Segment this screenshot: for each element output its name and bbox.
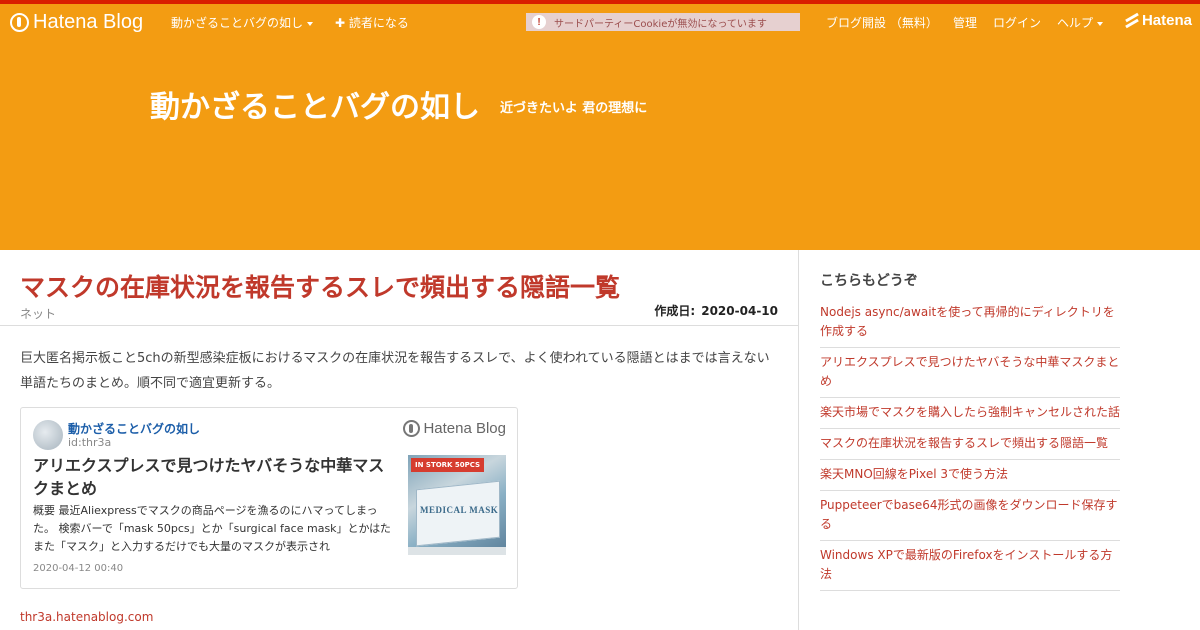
category-tag[interactable]: ネット <box>20 305 56 322</box>
cookie-warning-text: サードパーティーCookieが無効になっています <box>554 18 767 30</box>
blog-menu-dropdown[interactable]: 動かざることバグの如し <box>171 14 314 31</box>
hatena-icon <box>1125 14 1139 28</box>
embed-hatena-blog-brand[interactable]: Hatena Blog <box>403 420 506 437</box>
warning-icon: ! <box>532 15 546 29</box>
hatena-blog-logo-text: Hatena Blog <box>33 10 144 33</box>
blog-menu-label: 動かざることバグの如し <box>171 16 304 30</box>
blog-url-link[interactable]: thr3a.hatenablog.com <box>20 610 153 624</box>
hatena-blog-logo[interactable]: Hatena Blog <box>10 10 143 34</box>
chevron-down-icon <box>307 21 314 26</box>
thumbnail-gallery-strip <box>408 547 506 555</box>
admin-link[interactable]: 管理 <box>953 14 977 31</box>
article-intro: 巨大匿名掲示板こと5chの新型感染症板におけるマスクの在庫状況を報告するスレで、… <box>20 351 770 391</box>
embedded-blog-card[interactable]: 動かざることバグの如し id:thr3a Hatena Blog アリエクスプレ… <box>20 407 518 589</box>
chevron-down-icon <box>1097 21 1104 26</box>
hatena-blog-logo-icon <box>403 420 421 437</box>
thumbnail-box-label: MEDICAL MASK <box>420 505 499 515</box>
created-date-value: 2020-04-10 <box>701 304 778 318</box>
related-article-link[interactable]: アリエクスプレスで見つけたヤバそうな中華マスクまとめ <box>820 348 1120 398</box>
hatena-home-link[interactable]: Hatena <box>1125 12 1192 29</box>
related-heading: こちらもどうぞ <box>820 273 918 289</box>
embed-title[interactable]: アリエクスプレスで見つけたヤバそうな中華マスクまとめ <box>33 454 398 500</box>
related-articles-list: Nodejs async/awaitを使って再帰的にディレクトリを作成する アリ… <box>820 298 1120 591</box>
article-main: マスクの在庫状況を報告するスレで頻出する隠語一覧 ネット 作成日: 2020-04… <box>0 250 798 630</box>
cookie-warning-banner: ! サードパーティーCookieが無効になっています <box>526 13 800 31</box>
embed-summary: 概要 最近Aliexpressでマスクの商品ページを漁るのにハマってしまった。 … <box>33 504 391 553</box>
related-article-link[interactable]: Puppeteerでbase64形式の画像をダウンロード保存する <box>820 491 1120 541</box>
subscribe-button[interactable]: ✚ 読者になる <box>335 14 409 31</box>
help-label: ヘルプ <box>1057 16 1094 30</box>
related-article-link[interactable]: 楽天市場でマスクを購入したら強制キャンセルされた話 <box>820 398 1120 429</box>
blog-title[interactable]: 動かざることバグの如し <box>150 82 480 126</box>
thumbnail-stock-badge: IN STORK 50PCS <box>411 458 485 472</box>
blog-header: 動かざることバグの如し 近づきたいよ 君の理想に <box>0 40 1200 250</box>
login-link[interactable]: ログイン <box>993 14 1041 31</box>
blog-description: 近づきたいよ 君の理想に <box>500 101 648 116</box>
created-date-label: 作成日: <box>654 304 696 318</box>
avatar[interactable] <box>33 420 63 450</box>
embed-date: 2020-04-12 00:40 <box>33 563 124 574</box>
hatena-label: Hatena <box>1141 12 1192 29</box>
global-header-bar: Hatena Blog 動かざることバグの如し ✚ 読者になる ! サードパーテ… <box>0 0 1200 40</box>
embed-user-id: id:thr3a <box>68 436 112 449</box>
embed-blog-name[interactable]: 動かざることバグの如し <box>68 420 200 437</box>
created-date: 作成日: 2020-04-10 <box>654 302 778 319</box>
title-divider <box>0 325 798 326</box>
help-dropdown[interactable]: ヘルプ <box>1057 14 1104 31</box>
related-article-link[interactable]: Windows XPで最新版のFirefoxをインストールする方法 <box>820 541 1120 591</box>
article-title[interactable]: マスクの在庫状況を報告するスレで頻出する隠語一覧 <box>20 268 620 304</box>
related-article-link[interactable]: 楽天MNO回線をPixel 3で使う方法 <box>820 460 1120 491</box>
related-article-link[interactable]: Nodejs async/awaitを使って再帰的にディレクトリを作成する <box>820 298 1120 348</box>
hatena-blog-logo-icon <box>10 12 29 32</box>
related-article-link[interactable]: マスクの在庫状況を報告するスレで頻出する隠語一覧 <box>820 429 1120 460</box>
start-blog-link[interactable]: ブログ開設 （無料） <box>826 14 938 31</box>
embed-brand-text: Hatena Blog <box>423 420 506 437</box>
embed-thumbnail[interactable]: MEDICAL MASK IN STORK 50PCS <box>408 455 506 555</box>
sidebar: こちらもどうぞ Nodejs async/awaitを使って再帰的にディレクトリ… <box>798 250 1200 630</box>
